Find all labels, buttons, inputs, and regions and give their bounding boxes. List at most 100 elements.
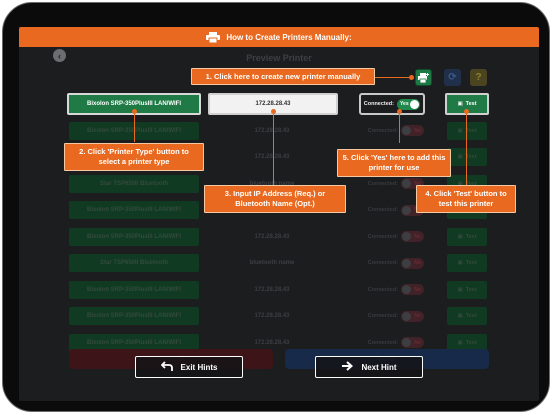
callout-step2: 2. Click 'Printer Type' button to select…: [64, 143, 204, 171]
connected-toggle[interactable]: No: [401, 310, 424, 322]
connected-label: Connected:: [367, 127, 398, 134]
printer-type-button[interactable]: Star TSP650II Bluetooth: [69, 174, 199, 193]
callout-dot: [132, 109, 137, 114]
connected-label: Connected:: [367, 286, 398, 293]
printer-type-button[interactable]: Bixolon SRP-350PlusIII LAN/WIFI: [69, 280, 199, 299]
callout-step1: 1. Click here to create new printer manu…: [191, 68, 375, 85]
printer-icon: ▣: [457, 313, 463, 319]
address-field[interactable]: 172.28.28.43: [208, 281, 336, 299]
connected-label: Connected:: [367, 313, 398, 319]
connected-toggle[interactable]: No: [401, 257, 424, 269]
hint-bar: How to Create Printers Manually:: [19, 27, 539, 47]
connected-label: Connected:: [367, 260, 398, 266]
printer-icon: ▣: [457, 233, 463, 240]
callout-step5: 5. Click 'Yes' here to add this printer …: [337, 149, 451, 177]
test-label: Test: [465, 127, 477, 134]
exit-hints-button[interactable]: Exit Hints: [135, 356, 243, 378]
sync-button[interactable]: ⟳: [444, 69, 461, 86]
toggle-knob: [402, 338, 411, 347]
test-label: Test: [465, 339, 477, 346]
toggle-label: No: [414, 313, 421, 319]
connected-control: Connected: No: [360, 281, 424, 299]
app-screen: How to Create Printers Manually: ‹ Previ…: [19, 27, 539, 401]
arrow-right-icon: [341, 361, 354, 373]
connected-control: Connected:No: [360, 201, 424, 219]
test-label: Test: [465, 260, 477, 266]
undo-arrow-icon: [160, 361, 173, 373]
connected-toggle[interactable]: No: [401, 231, 424, 242]
callout-dot: [464, 109, 469, 114]
toggle-label: No: [414, 339, 421, 346]
add-printer-icon: [418, 72, 429, 83]
help-button[interactable]: ?: [470, 69, 487, 86]
connected-toggle[interactable]: No: [401, 337, 424, 348]
toggle-knob: [410, 99, 419, 109]
toggle-knob: [402, 311, 411, 321]
exit-hints-label: Exit Hints: [180, 362, 218, 372]
test-button[interactable]: ▣Test: [447, 227, 487, 246]
test-label: Test: [465, 154, 477, 160]
test-button[interactable]: ▣Test: [447, 280, 487, 299]
toggle-knob: [402, 205, 411, 215]
address-field[interactable]: 172.28.28.43: [208, 122, 336, 140]
callout-dot: [409, 75, 414, 80]
toggle-knob: [402, 232, 411, 241]
printer-icon: ▣: [457, 286, 463, 293]
toggle-label: No: [414, 127, 421, 134]
toggle-knob: [402, 126, 411, 135]
connected-label: Connected:: [367, 207, 398, 213]
connected-control: Connected:No: [360, 175, 424, 193]
address-field[interactable]: 172.28.28.43: [208, 228, 336, 246]
connected-control: Connected:No: [360, 254, 424, 272]
connected-toggle[interactable]: Yes: [397, 98, 420, 110]
callout-connector: [273, 111, 274, 185]
toggle-label: No: [414, 233, 421, 240]
connected-label: Connected:: [367, 233, 398, 240]
connected-control: Connected: No: [360, 122, 424, 140]
next-hint-label: Next Hint: [361, 362, 397, 372]
callout-connector: [134, 111, 135, 142]
callout-dot: [397, 109, 402, 114]
printer-row: Bixolon SRP-350PlusIII LAN/WIFI172.28.28…: [19, 91, 539, 117]
hint-bar-title: How to Create Printers Manually:: [226, 32, 352, 42]
printer-icon: ▣: [457, 260, 463, 266]
printer-type-button[interactable]: Bixolon SRP-350PlusIII LAN/WIFI: [69, 201, 199, 219]
address-field[interactable]: 172.28.28.43: [208, 148, 336, 166]
printer-row: Bixolon SRP-350PlusIII LAN/WIFI 172.28.28…: [19, 224, 539, 250]
add-printer-button[interactable]: [415, 69, 432, 86]
toggle-knob: [402, 179, 411, 188]
test-button[interactable]: ▣Test: [447, 254, 487, 272]
tablet-frame: How to Create Printers Manually: ‹ Previ…: [2, 2, 550, 412]
callout-connector: [466, 111, 467, 185]
connected-control: Connected: No: [360, 307, 424, 325]
test-button[interactable]: ▣Test: [447, 121, 487, 140]
callout-connector: [399, 111, 400, 143]
address-field[interactable]: 172.28.28.43: [208, 307, 336, 325]
test-button[interactable]: ▣Test: [447, 307, 487, 325]
callout-connector: [375, 77, 409, 78]
toggle-label: Yes: [400, 101, 409, 107]
next-hint-button[interactable]: Next Hint: [315, 356, 423, 378]
printer-type-button[interactable]: Star TSP650II Bluetooth: [69, 254, 199, 272]
printer-type-button[interactable]: Bixolon SRP-350PlusIII LAN/WIFI: [69, 227, 199, 246]
callout-step3: 3. Input IP Address (Req.) or Bluetooth …: [204, 185, 346, 213]
connected-toggle[interactable]: No: [401, 125, 424, 136]
test-button[interactable]: ▣Test: [447, 148, 487, 166]
printer-type-button[interactable]: Bixolon SRP-350PlusIII LAN/WIFI: [69, 307, 199, 325]
test-label: Test: [465, 313, 477, 319]
test-label: Test: [465, 101, 477, 107]
toggle-label: No: [414, 286, 421, 293]
printer-row: Bixolon SRP-350PlusIII LAN/WIFI 172.28.28…: [19, 277, 539, 303]
address-field[interactable]: bluetooth name: [208, 254, 336, 272]
connected-control: Connected: No: [360, 228, 424, 246]
printer-icon: ▣: [457, 101, 463, 107]
sync-icon: ⟳: [448, 72, 457, 83]
printer-row: Star TSP650II Bluetooth bluetooth name Con…: [19, 250, 539, 276]
printer-icon: ▣: [457, 339, 463, 346]
toggle-knob: [402, 285, 411, 294]
printer-row: Bixolon SRP-350PlusIII LAN/WIFI172.28.28…: [19, 118, 539, 144]
connected-toggle[interactable]: No: [401, 284, 424, 295]
printer-row: Bixolon SRP-350PlusIII LAN/WIFI 172.28.28…: [19, 303, 539, 329]
printer-icon: [206, 31, 221, 43]
connected-label: Connected:: [363, 101, 394, 107]
